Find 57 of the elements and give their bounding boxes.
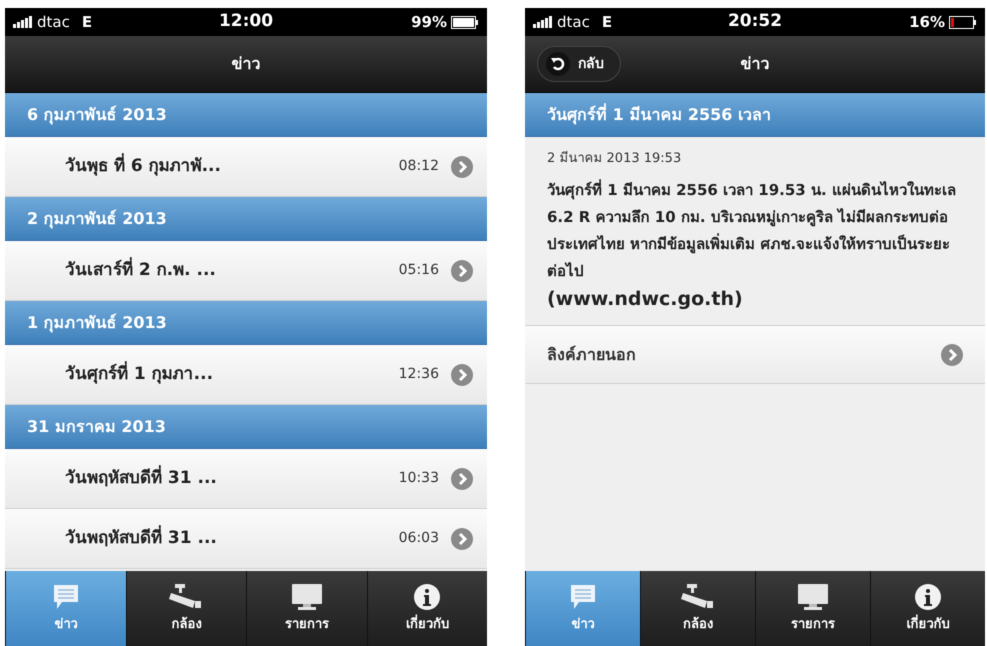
date-header: 2 กุมภาพันธ์ 2013: [5, 197, 487, 241]
news-time: 05:16: [398, 261, 439, 280]
news-title: วันศุกร์ที่ 1 กุมภา...: [65, 362, 399, 388]
speech-bubble-icon: [568, 582, 598, 611]
news-time: 08:12: [398, 157, 439, 176]
signal-icon: [13, 16, 33, 28]
monitor-icon: [290, 582, 324, 611]
chevron-icon: [451, 364, 473, 386]
info-icon: [914, 582, 942, 611]
article-url: (www.ndwc.go.th): [547, 286, 744, 312]
news-time: 06:03: [398, 529, 439, 548]
tab-bar-item[interactable]: กล้อง: [126, 571, 246, 646]
news-title: วันพุธ ที่ 6 กุมภาพั...: [65, 154, 399, 180]
article-body: วันศุกร์ที่ 1 มีนาคม 2556 เวลา 19.53 น. แผ่นดินไหวในทะเล 6.2 R ความลึก 10 กม. บริเวณหมู่เกาะคูริล ไม่มีผลกระทบต่อประเทศไทย หากมีข้อมูลเพิ่มเติม ศภช.จะแจ้งให้ทราบเป็นระยะต่อไป: [547, 178, 957, 282]
back-button[interactable]: กลับ: [537, 46, 621, 82]
tab-bar-item[interactable]: เกี่ยวกับ: [366, 571, 487, 646]
chevron-icon: [451, 528, 473, 550]
monitor-icon: [796, 582, 830, 611]
security-camera-icon: [169, 582, 204, 611]
news-title: วันพฤหัสบดีที่ 31 ...: [65, 466, 399, 492]
news-title: วันพฤหัสบดีที่ 31 ...: [65, 526, 399, 552]
chevron-icon: [451, 468, 473, 490]
tab-bar-item[interactable]: รายการ: [246, 571, 366, 646]
article-date: 2 มีนาคม 2013 19:53: [547, 150, 682, 168]
news-time: 10:33: [398, 469, 439, 488]
signal-icon: [533, 16, 553, 28]
screen-title: ข่าว: [740, 53, 770, 75]
article-header: วันศุกร์ที่ 1 มีนาคม 2556 เวลา: [525, 93, 985, 137]
tab-bar-item[interactable]: เกี่ยวกับ: [870, 571, 985, 646]
network-label: E: [602, 12, 612, 33]
news-list-item[interactable]: วันศุกร์ที่ 1 กุมภา... 12:36: [5, 345, 487, 405]
date-header: 1 กุมภาพันธ์ 2013: [5, 301, 487, 345]
chevron-icon: [451, 260, 473, 282]
carrier-label: dtac: [557, 12, 590, 33]
external-link-label: ลิงค์ภายนอก: [547, 344, 637, 366]
news-title: วันเสาร์ที่ 2 ก.พ. ...: [65, 258, 399, 284]
chevron-icon: [451, 156, 473, 178]
battery-percent: 16%: [909, 12, 945, 33]
tab-bar-item[interactable]: กล้อง: [640, 571, 755, 646]
news-list-item[interactable]: วันพฤหัสบดีที่ 31 ... 10:33: [5, 449, 487, 509]
news-list-item[interactable]: วันพุธ ที่ 6 กุมภาพั... 08:12: [5, 137, 487, 197]
clock-time: 20:52: [728, 10, 782, 34]
news-list-item[interactable]: วันเสาร์ที่ 2 ก.พ. ... 05:16: [5, 241, 487, 301]
info-icon: [413, 582, 442, 611]
news-list-item[interactable]: วันพฤหัสบดีที่ 31 ... 06:03: [5, 509, 487, 569]
screen-title: ข่าว: [232, 53, 260, 75]
news-time: 12:36: [398, 365, 439, 384]
battery-percent: 99%: [411, 12, 447, 33]
clock-time: 12:00: [218, 10, 274, 34]
security-camera-icon: [681, 582, 715, 611]
date-header: 31 มกราคม 2013: [5, 405, 487, 449]
tab-bar-item[interactable]: รายการ: [755, 571, 870, 646]
chevron-icon: [941, 344, 963, 366]
date-header: 6 กุมภาพันธ์ 2013: [5, 93, 487, 137]
carrier-label: dtac: [37, 12, 70, 33]
external-link-row[interactable]: ลิงค์ภายนอก: [525, 326, 985, 384]
network-label: E: [82, 12, 92, 33]
